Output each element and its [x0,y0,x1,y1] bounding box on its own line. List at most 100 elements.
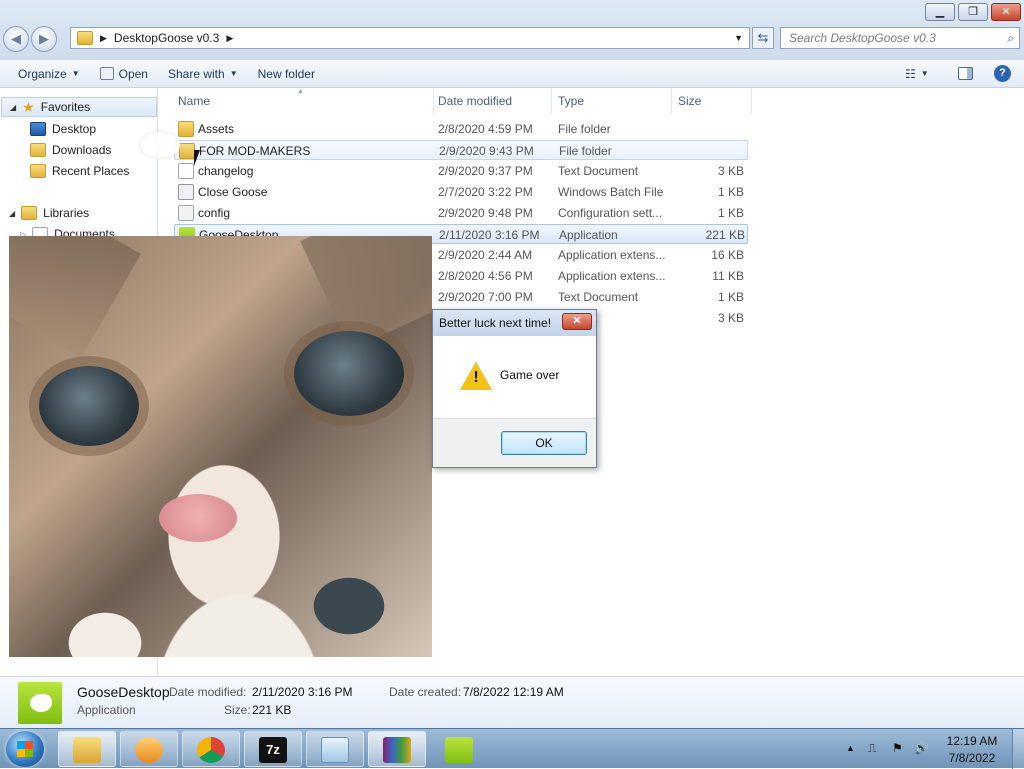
close-window-button[interactable]: ✕ [991,3,1021,21]
game-over-dialog: Better luck next time! ✕ ! Game over OK [432,309,597,468]
file-size: 1 KB [717,290,744,304]
search-icon[interactable]: ⌕ [1007,31,1014,46]
table-row[interactable]: config 2/9/2020 9:48 PM Configuration sett… [174,203,748,223]
details-pane: GooseDesktop Application Date modified: … [0,676,1024,728]
file-date-modified: 2/9/2020 9:48 PM [438,206,533,220]
file-name: FOR MOD-MAKERS [199,144,311,158]
share-with-button[interactable]: Share with ▼ [158,62,248,86]
back-button[interactable]: ◀ [3,26,29,52]
sidebar-libraries[interactable]: ◢ Libraries [9,203,89,223]
config-file-icon [178,205,194,221]
media-player-icon [135,737,163,763]
text-document-icon [178,163,194,179]
folder-icon [77,31,93,45]
table-row[interactable]: FOR MOD-MAKERS 2/9/2020 9:43 PM File folde… [174,140,748,160]
file-type: Configuration sett... [558,206,663,220]
file-size: 11 KB [712,269,744,283]
forward-button[interactable]: ▶ [31,26,57,52]
ok-button[interactable]: OK [501,431,587,455]
taskbar-winrar[interactable] [368,731,426,767]
help-button[interactable]: ? [984,62,1021,86]
sidebar-favorites[interactable]: ◢ ★ Favorites [1,97,157,117]
table-row[interactable]: Assets 2/8/2020 4:59 PM File folder [174,119,748,139]
share-with-label: Share with [167,66,225,81]
file-type: File folder [558,122,611,136]
file-name: Close Goose [198,185,268,199]
maximize-button[interactable]: ❐ [958,3,988,21]
sidebar-item-desktop[interactable]: Desktop [30,119,96,139]
taskbar-chrome[interactable] [182,731,240,767]
table-row[interactable]: changelog 2/9/2020 9:37 PM Text Document 3 … [174,161,748,181]
refresh-button[interactable]: ⇆ [752,27,774,49]
organize-label: Organize [18,66,67,81]
taskbar-notepad[interactable] [306,731,364,767]
details-created-label: Date created: [389,685,462,699]
expand-arrow-icon[interactable]: ◢ [10,103,16,112]
search-input[interactable]: Search DesktopGoose v0.3 ⌕ [780,27,1020,49]
warning-exclamation: ! [473,369,479,386]
file-type: Application extens... [558,248,666,262]
goose-app-thumbnail-icon [18,682,62,724]
sidebar-item-recent-places[interactable]: Recent Places [30,161,129,181]
star-icon: ★ [22,98,35,115]
view-options-button[interactable]: ☷ ▼ [895,62,939,86]
column-header-size[interactable]: Size [672,88,752,114]
open-button[interactable]: Open [90,62,158,86]
preview-pane-button[interactable] [948,62,983,86]
details-modified-value: 2/11/2020 3:16 PM [252,685,353,699]
cat-nose [159,494,237,542]
file-size: 1 KB [717,185,744,199]
chevron-down-icon: ▼ [920,68,929,78]
show-desktop-button[interactable] [1012,729,1024,769]
network-icon[interactable]: ⎍ [868,741,876,756]
file-type: File folder [559,144,612,158]
chevron-down-icon: ▼ [229,68,238,78]
new-folder-label: New folder [257,66,315,81]
start-button[interactable] [6,731,44,767]
desktop-icon [30,122,46,136]
file-size: 3 KB [717,164,744,178]
file-size: 16 KB [711,248,744,262]
details-size-value: 221 KB [252,703,292,717]
file-type: Text Document [558,164,639,178]
dialog-message: Game over [500,368,560,382]
column-header-type[interactable]: Type [552,88,672,114]
file-date-modified: 2/9/2020 9:43 PM [439,144,534,158]
volume-icon[interactable]: 🔊 [914,741,929,755]
search-placeholder: Search DesktopGoose v0.3 [789,31,936,45]
mouse-cursor-icon [194,150,200,166]
address-bar[interactable]: ▶ DesktopGoose v0.3 ▶ ▼ [70,27,750,49]
action-center-flag-icon[interactable]: ⚑ [892,741,903,755]
taskbar-desktop-goose[interactable] [430,731,488,767]
dialog-footer: OK [433,418,596,467]
clock-time[interactable]: 12:19 AM [945,734,999,748]
taskbar-explorer[interactable] [58,731,116,767]
chevron-right-icon[interactable]: ▶ [100,33,107,44]
chevron-right-icon[interactable]: ▶ [226,33,233,44]
taskbar-7zip[interactable]: 7z [244,731,302,767]
dialog-close-button[interactable]: ✕ [562,313,592,330]
address-path[interactable]: DesktopGoose v0.3 [114,31,219,45]
sidebar-item-downloads[interactable]: Downloads [30,140,111,160]
taskbar-media-player[interactable] [120,731,178,767]
file-date-modified: 2/9/2020 2:44 AM [438,248,533,262]
expand-arrow-icon[interactable]: ◢ [9,209,15,218]
minimize-button[interactable]: ▁ [925,3,955,21]
show-hidden-icons-button[interactable]: ▲ [846,743,855,753]
chrome-icon [197,737,225,763]
chevron-down-icon[interactable]: ▼ [734,33,743,43]
open-label: Open [118,66,148,81]
clock-date[interactable]: 7/8/2022 [945,751,999,765]
libraries-icon [21,206,38,220]
help-icon: ? [994,65,1011,82]
preview-pane-icon [958,67,973,80]
organize-button[interactable]: Organize ▼ [8,62,90,86]
sidebar-libraries-label: Libraries [43,206,90,220]
column-header-date[interactable]: Date modified [432,88,552,114]
file-name: Assets [198,122,235,136]
sidebar-item-label: Recent Places [52,164,130,178]
sidebar-favorites-label: Favorites [40,100,91,114]
table-row[interactable]: Close Goose 2/7/2020 3:22 PM Windows Batch… [174,182,748,202]
details-file-name: GooseDesktop [77,684,170,700]
new-folder-button[interactable]: New folder [248,62,325,86]
